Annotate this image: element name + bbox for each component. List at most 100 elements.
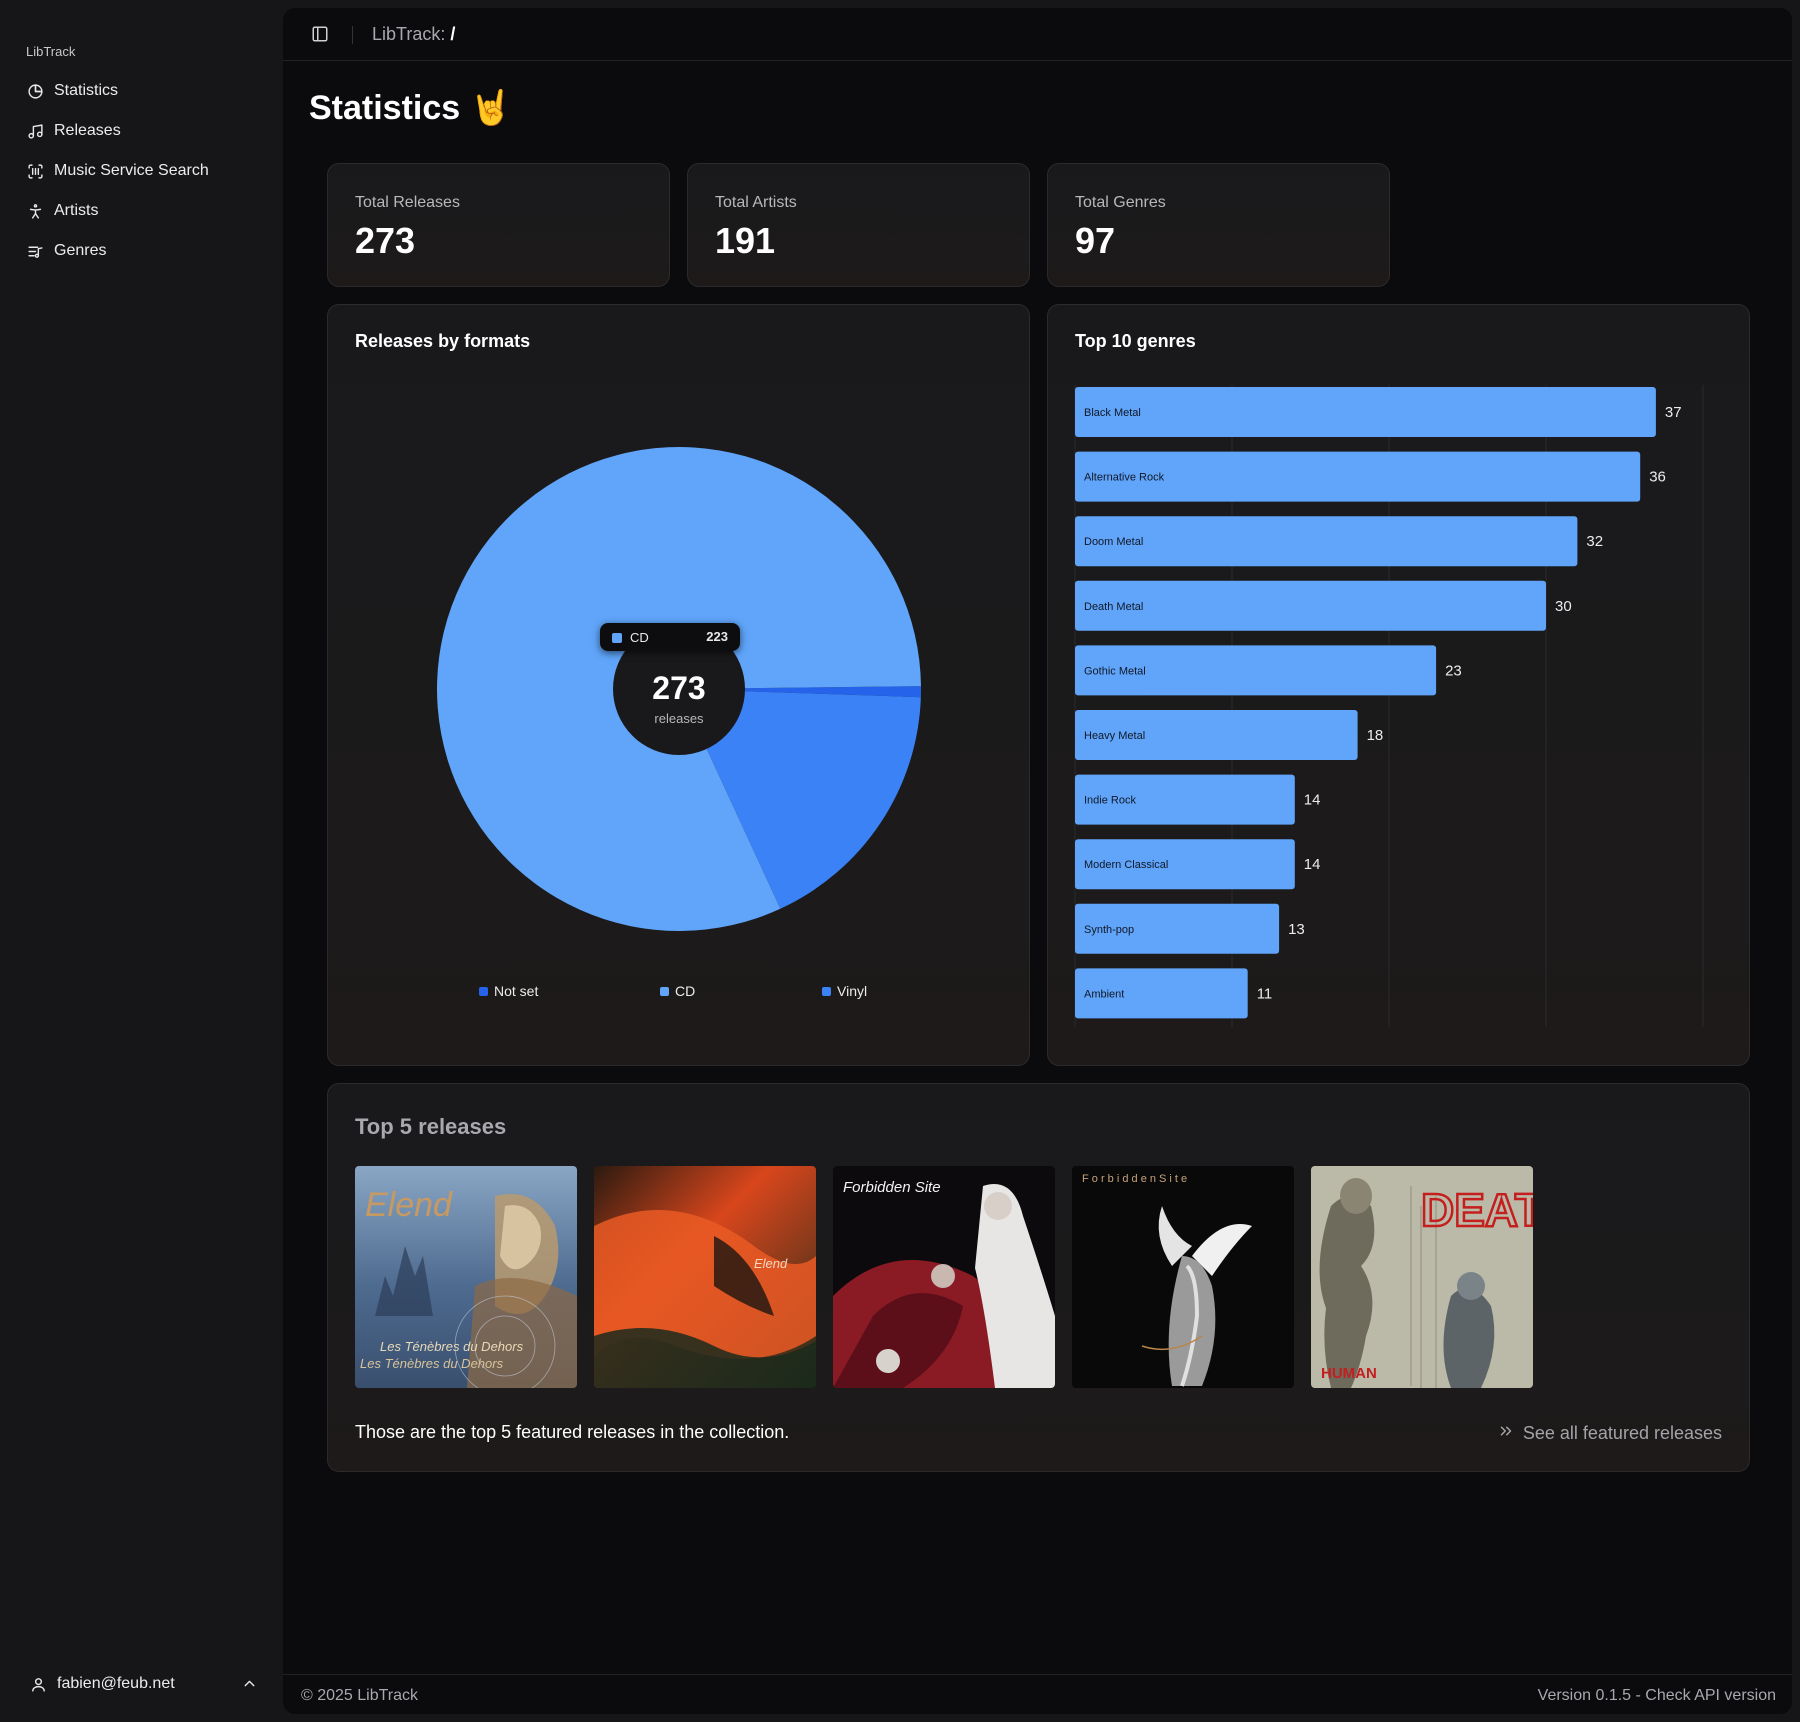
cover-art-text: HUMAN bbox=[1321, 1365, 1377, 1382]
bar-value: 13 bbox=[1288, 921, 1305, 938]
bar-label: Gothic Metal bbox=[1084, 665, 1146, 677]
top-releases-card: Top 5 releases Elend Les Ténèbres du Deh… bbox=[327, 1083, 1750, 1472]
breadcrumb: LibTrack: / bbox=[372, 24, 455, 45]
sidebar-item-label: Releases bbox=[54, 122, 121, 139]
stat-card-total-genres: Total Genres 97 bbox=[1047, 163, 1390, 287]
sidebar-brand: LibTrack bbox=[26, 44, 76, 59]
bar-value: 18 bbox=[1367, 727, 1384, 744]
topbar: LibTrack: / bbox=[283, 8, 1792, 61]
legend-label: CD bbox=[675, 983, 696, 999]
bar-value: 14 bbox=[1304, 856, 1321, 873]
legend-label: Not set bbox=[494, 983, 539, 999]
sidebar-item-label: Artists bbox=[54, 202, 99, 219]
cover-art-text: Elend bbox=[754, 1256, 788, 1271]
sidebar: LibTrack Statistics Releases Music Servi… bbox=[0, 0, 282, 1722]
top-releases-title: Top 5 releases bbox=[355, 1114, 507, 1139]
bar-black-metal[interactable] bbox=[1075, 387, 1656, 437]
genres-card: Top 10 genres Black Metal 37 Alternative R… bbox=[1047, 304, 1750, 1066]
version-link[interactable]: Version 0.1.5 - Check API version bbox=[1538, 1687, 1776, 1705]
user-email: fabien@feub.net bbox=[57, 1675, 175, 1692]
bar-value: 36 bbox=[1649, 469, 1666, 486]
legend-item-cd[interactable]: CD bbox=[660, 983, 695, 999]
genres-bar-chart: Black Metal 37 Alternative Rock 36 Doom Meta… bbox=[1074, 385, 1704, 1027]
formats-legend: Not set CD Vinyl bbox=[328, 983, 1029, 1003]
legend-swatch bbox=[660, 986, 669, 996]
donut-center-value: 273 bbox=[652, 670, 705, 706]
sidebar-toggle-button[interactable] bbox=[311, 25, 331, 45]
bar-label: Synth-pop bbox=[1084, 924, 1134, 936]
bar-value: 23 bbox=[1445, 662, 1462, 679]
bar-label: Alternative Rock bbox=[1084, 472, 1165, 484]
stat-label: Total Genres bbox=[1075, 194, 1166, 211]
cover-elend-tenebres[interactable]: Elend Les Ténèbres du Dehors Les Ténèbre… bbox=[355, 1166, 577, 1388]
bar-label: Modern Classical bbox=[1084, 859, 1168, 871]
user-menu[interactable]: fabien@feub.net bbox=[18, 1664, 258, 1704]
bar-value: 32 bbox=[1586, 533, 1603, 550]
sidebar-item-releases[interactable]: Releases bbox=[18, 112, 268, 150]
formats-donut-chart: 273 releases bbox=[437, 446, 921, 931]
tooltip-value: 223 bbox=[706, 629, 728, 644]
top-releases-note: Those are the top 5 featured releases in… bbox=[355, 1422, 790, 1442]
footer: © 2025 LibTrack Version 0.1.5 - Check AP… bbox=[283, 1674, 1792, 1714]
sidebar-item-label: Statistics bbox=[54, 82, 119, 99]
stat-card-total-releases: Total Releases 273 bbox=[327, 163, 670, 287]
topbar-separator bbox=[352, 26, 353, 44]
list-music-icon bbox=[26, 242, 44, 260]
stat-value: 273 bbox=[355, 220, 416, 261]
chart-tooltip: CD 223 bbox=[600, 623, 740, 651]
bar-death-metal[interactable] bbox=[1075, 580, 1546, 631]
sidebar-item-label: Music Service Search bbox=[54, 162, 209, 179]
see-all-label: See all featured releases bbox=[1522, 1423, 1722, 1443]
donut-center-label: releases bbox=[654, 711, 704, 726]
bar-label: Doom Metal bbox=[1084, 536, 1143, 548]
bar-value: 11 bbox=[1257, 985, 1273, 1002]
stat-value: 191 bbox=[715, 220, 776, 261]
tooltip-label: CD bbox=[630, 630, 649, 645]
bar-label: Indie Rock bbox=[1084, 795, 1136, 807]
user-icon bbox=[30, 1676, 47, 1693]
main-content: LibTrack: / Statistics 🤘 Total Releases … bbox=[283, 8, 1792, 1714]
cover-art-text: DEATH bbox=[1421, 1184, 1533, 1236]
legend-label: Vinyl bbox=[837, 983, 868, 999]
page-title: Statistics 🤘 bbox=[309, 89, 512, 127]
formats-card: Releases by formats 273 releases CD 223 … bbox=[327, 304, 1030, 1066]
copyright: © 2025 LibTrack bbox=[301, 1687, 419, 1704]
pie-chart-icon bbox=[26, 82, 44, 100]
cover-art-text: Les Ténèbres du Dehors bbox=[380, 1339, 524, 1354]
person-icon bbox=[26, 202, 44, 220]
cover-art-text: F o r b i d d e n S i t e bbox=[1082, 1173, 1187, 1185]
bar-label: Ambient bbox=[1084, 988, 1124, 1000]
music-note-icon bbox=[26, 122, 44, 140]
bar-value: 14 bbox=[1304, 792, 1321, 809]
cover-art-text: Elend bbox=[365, 1186, 453, 1224]
chevron-up-icon bbox=[241, 1675, 258, 1697]
bar-label: Death Metal bbox=[1084, 601, 1143, 613]
sidebar-item-artists[interactable]: Artists bbox=[18, 192, 268, 230]
bar-label: Black Metal bbox=[1084, 407, 1141, 419]
stat-card-total-artists: Total Artists 191 bbox=[687, 163, 1030, 287]
legend-item-vinyl[interactable]: Vinyl bbox=[822, 983, 867, 999]
cover-art-text: Forbidden Site bbox=[843, 1179, 941, 1196]
tooltip-swatch bbox=[612, 633, 622, 643]
chevrons-right-icon bbox=[1497, 1422, 1523, 1445]
cover-elend-red[interactable]: Elend bbox=[594, 1166, 816, 1388]
sidebar-item-label: Genres bbox=[54, 242, 107, 259]
legend-swatch bbox=[822, 986, 831, 996]
breadcrumb-prefix: LibTrack: bbox=[372, 24, 446, 44]
stat-value: 97 bbox=[1075, 220, 1116, 261]
legend-item-not-set[interactable]: Not set bbox=[479, 983, 538, 999]
bar-doom-metal[interactable] bbox=[1075, 516, 1578, 567]
cover-forbidden-site-astralgeist[interactable]: F o r b i d d e n S i t e bbox=[1072, 1166, 1294, 1388]
see-all-featured-link[interactable]: See all featured releases bbox=[1497, 1422, 1722, 1445]
cover-death-human[interactable]: DEATH HUMAN bbox=[1311, 1166, 1533, 1388]
bar-value: 30 bbox=[1555, 598, 1572, 615]
sidebar-nav: Statistics Releases Music Service Search… bbox=[18, 72, 268, 272]
sidebar-item-statistics[interactable]: Statistics bbox=[18, 72, 268, 110]
sidebar-item-music-service-search[interactable]: Music Service Search bbox=[18, 152, 268, 190]
scan-icon bbox=[26, 162, 44, 180]
breadcrumb-path[interactable]: / bbox=[450, 24, 455, 44]
sidebar-item-genres[interactable]: Genres bbox=[18, 232, 268, 270]
bar-value: 37 bbox=[1665, 404, 1682, 421]
cover-forbidden-site-1[interactable]: Forbidden Site bbox=[833, 1166, 1055, 1388]
bar-label: Heavy Metal bbox=[1084, 730, 1145, 742]
